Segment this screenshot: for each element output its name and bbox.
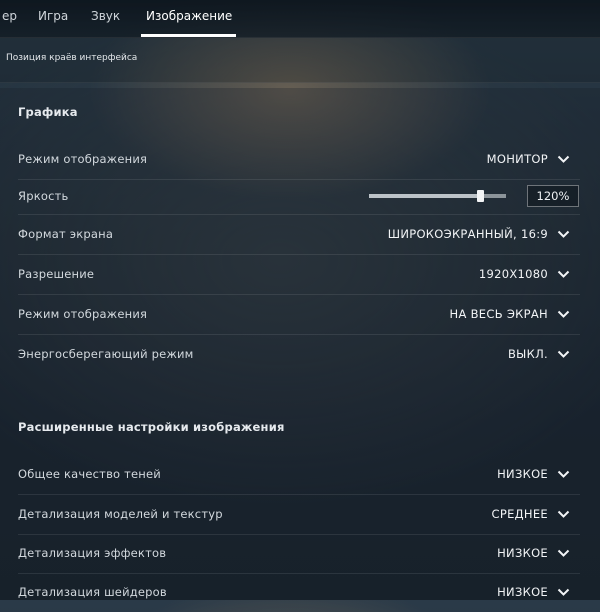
setting-row-aspect-ratio: Формат экрана ШИРОКОЭКРАННЫЙ, 16:9 — [18, 214, 580, 255]
chevron-down-icon — [557, 230, 570, 238]
setting-label: Яркость — [18, 189, 69, 203]
resolution-dropdown[interactable]: 1920X1080 — [479, 267, 570, 281]
setting-value: НИЗКОЕ — [497, 546, 548, 560]
setting-row-model-texture-detail: Детализация моделей и текстур СРЕДНЕЕ — [18, 494, 580, 535]
tab-video[interactable]: Изображение — [140, 0, 237, 37]
setting-value: ВЫКЛ. — [507, 347, 548, 361]
setting-label: Разрешение — [18, 267, 95, 281]
advanced-section-title: Расширенные настройки изображения — [18, 420, 285, 434]
setting-row-resolution: Разрешение 1920X1080 — [18, 254, 580, 295]
setting-label: Детализация шейдеров — [18, 585, 167, 599]
setting-row-shader-detail: Детализация шейдеров НИЗКОЕ — [18, 572, 580, 612]
setting-row-window-mode: Режим отображения НА ВЕСЬ ЭКРАН — [18, 294, 580, 335]
setting-label: Режим отображения — [18, 307, 148, 321]
setting-row-effects-detail: Детализация эффектов НИЗКОЕ — [18, 533, 580, 574]
shader-detail-dropdown[interactable]: НИЗКОЕ — [497, 585, 570, 599]
setting-label: Энергосберегающий режим — [18, 347, 194, 361]
chevron-down-icon — [557, 310, 570, 318]
tab-sound[interactable]: Звук — [91, 0, 120, 37]
window-mode-dropdown[interactable]: НА ВЕСЬ ЭКРАН — [450, 307, 570, 321]
chevron-down-icon — [557, 470, 570, 478]
chevron-down-icon — [557, 510, 570, 518]
chevron-down-icon — [557, 155, 570, 163]
brightness-slider-handle[interactable] — [477, 190, 485, 202]
setting-row-display-mode: Режим отображения МОНИТОР — [18, 139, 580, 180]
effects-detail-dropdown[interactable]: НИЗКОЕ — [497, 546, 570, 560]
settings-panel: Графика Режим отображения МОНИТОР Яркост… — [0, 88, 600, 600]
setting-label: Формат экрана — [18, 227, 114, 241]
sub-navigation: Позиция краёв интерфейса — [0, 38, 600, 83]
setting-value: ШИРОКОЭКРАННЫЙ, 16:9 — [387, 227, 548, 241]
brightness-slider[interactable] — [369, 190, 506, 202]
brightness-slider-fill — [369, 194, 482, 198]
setting-value: НА ВЕСЬ ЭКРАН — [449, 307, 548, 321]
setting-label: Общее качество теней — [18, 467, 161, 481]
setting-label: Режим отображения — [18, 152, 148, 166]
setting-value: СРЕДНЕЕ — [491, 507, 548, 521]
setting-value: 1920X1080 — [478, 267, 548, 281]
setting-label: Детализация эффектов — [18, 546, 167, 560]
chevron-down-icon — [557, 350, 570, 358]
setting-value: НИЗКОЕ — [497, 467, 548, 481]
setting-value: МОНИТОР — [486, 152, 548, 166]
brightness-value-field[interactable]: 120% — [527, 185, 579, 207]
tab-game[interactable]: Игра — [38, 0, 68, 37]
shadow-quality-dropdown[interactable]: НИЗКОЕ — [497, 467, 570, 481]
chevron-down-icon — [557, 549, 570, 557]
graphics-section-title: Графика — [18, 105, 78, 119]
tab-server[interactable]: ер — [2, 0, 17, 37]
chevron-down-icon — [557, 270, 570, 278]
setting-row-brightness: Яркость 120% — [18, 178, 580, 215]
subnav-hud-edge-position[interactable]: Позиция краёв интерфейса — [6, 53, 137, 63]
top-tab-bar: ер Игра Звук Изображение — [0, 0, 600, 38]
setting-row-shadow-quality: Общее качество теней НИЗКОЕ — [18, 454, 580, 495]
setting-label: Детализация моделей и текстур — [18, 507, 223, 521]
power-saving-dropdown[interactable]: ВЫКЛ. — [508, 347, 570, 361]
display-mode-dropdown[interactable]: МОНИТОР — [487, 152, 570, 166]
aspect-ratio-dropdown[interactable]: ШИРОКОЭКРАННЫЙ, 16:9 — [388, 227, 570, 241]
setting-row-power-saving: Энергосберегающий режим ВЫКЛ. — [18, 334, 580, 374]
model-texture-detail-dropdown[interactable]: СРЕДНЕЕ — [492, 507, 571, 521]
setting-value: НИЗКОЕ — [497, 585, 548, 599]
chevron-down-icon — [557, 588, 570, 596]
